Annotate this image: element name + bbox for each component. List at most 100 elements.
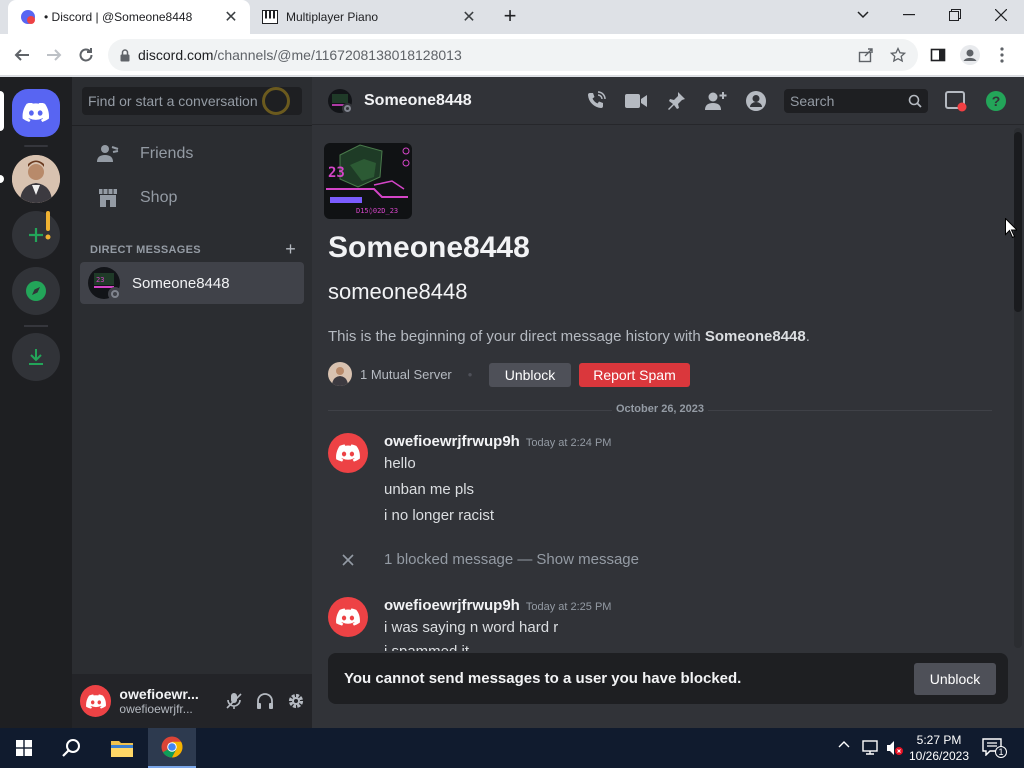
message-avatar[interactable] <box>328 433 368 473</box>
server-avatar-icon <box>12 155 60 203</box>
date-divider-label: October 26, 2023 <box>611 403 709 415</box>
video-call-button[interactable] <box>624 89 648 113</box>
tab-close-icon[interactable]: ✕ <box>460 8 478 26</box>
show-hidden-icons[interactable] <box>838 740 850 748</box>
taskbar-clock[interactable]: 5:27 PM 10/26/2023 <box>908 732 970 764</box>
lock-icon[interactable] <box>120 48 130 62</box>
svg-text:D15◊02D_23: D15◊02D_23 <box>356 207 398 215</box>
home-button[interactable] <box>12 89 60 137</box>
back-icon[interactable] <box>8 41 36 69</box>
message-author[interactable]: owefioewrjfrwup9h <box>384 433 520 450</box>
notification-center-button[interactable]: 1 <box>982 738 1007 758</box>
mutual-server-icon <box>328 362 352 386</box>
side-panel-icon[interactable] <box>924 41 952 69</box>
message-author-line: owefioewrjfrwup9h Today at 2:25 PM <box>384 597 611 614</box>
user-panel: owefioewr... owefioewrjfr... <box>72 674 312 728</box>
chrome-logo-icon <box>161 736 183 758</box>
svg-text:23: 23 <box>328 165 345 181</box>
nav-shop[interactable]: Shop <box>80 177 304 219</box>
share-icon[interactable] <box>852 41 880 69</box>
create-dm-plus-icon[interactable]: + <box>285 239 296 260</box>
pinned-messages-button[interactable] <box>664 89 688 113</box>
chat-search-input[interactable]: Search <box>784 89 928 113</box>
date-divider: October 26, 2023 <box>328 403 992 415</box>
tab-search-icon[interactable] <box>840 0 886 30</box>
help-question-icon: ? <box>986 91 1006 111</box>
video-camera-icon <box>625 94 647 108</box>
voice-call-button[interactable] <box>584 89 608 113</box>
inbox-button[interactable] <box>944 89 968 113</box>
discord-app: Find or start a conversation Friends Sho… <box>0 77 1024 728</box>
new-tab-button[interactable]: + <box>498 3 522 28</box>
file-explorer-button[interactable] <box>98 728 146 768</box>
phone-call-icon <box>588 91 606 108</box>
dm-avatar: 23 <box>88 267 122 301</box>
blocked-notice: You cannot send messages to a user you h… <box>328 653 1008 704</box>
show-message-link[interactable]: Show message <box>536 551 639 568</box>
mutual-servers[interactable]: 1 Mutual Server • <box>328 362 488 386</box>
tab-title: • Discord | @Someone8448 <box>44 10 193 24</box>
add-friends-to-dm-button[interactable] <box>704 89 728 113</box>
chrome-taskbar-button[interactable] <box>148 728 196 768</box>
message-author[interactable]: owefioewrjfrwup9h <box>384 597 520 614</box>
offline-status-icon <box>108 287 122 301</box>
blocked-notice-text: You cannot send messages to a user you h… <box>344 670 742 687</box>
friends-icon <box>92 143 124 165</box>
message-author-line: owefioewrjfrwup9h Today at 2:24 PM <box>384 433 611 450</box>
chrome-menu-icon[interactable] <box>988 41 1016 69</box>
message-avatar[interactable] <box>328 597 368 637</box>
direct-messages-title: DIRECT MESSAGES <box>90 243 201 256</box>
message-group[interactable]: owefioewrjfrwup9h Today at 2:24 PM hello … <box>328 433 988 527</box>
add-user-icon <box>705 92 727 110</box>
nav-friends[interactable]: Friends <box>80 133 304 175</box>
volume-muted-icon[interactable] <box>886 740 904 756</box>
blocked-notice-unblock-button[interactable]: Unblock <box>914 662 996 695</box>
profile-avatar-icon[interactable] <box>956 41 984 69</box>
user-avatar[interactable] <box>80 685 112 717</box>
chat-header-name[interactable]: Someone8448 <box>364 92 472 110</box>
start-button[interactable] <box>0 728 48 768</box>
message-timestamp: Today at 2:25 PM <box>525 601 612 613</box>
window-close-icon[interactable] <box>978 0 1024 30</box>
unblock-button[interactable]: Unblock <box>489 363 571 387</box>
user-settings-button[interactable] <box>281 685 312 717</box>
discord-favicon-icon <box>20 9 36 25</box>
message-group[interactable]: owefioewrjfrwup9h Today at 2:25 PM i was … <box>328 597 988 651</box>
tab-discord[interactable]: • Discord | @Someone8448 ✕ <box>8 0 250 34</box>
deafen-button[interactable] <box>249 685 280 717</box>
mute-mic-button[interactable] <box>218 685 249 717</box>
compass-icon <box>26 281 46 301</box>
message-text: i spammed it <box>384 643 469 651</box>
restore-icon[interactable] <box>932 0 978 30</box>
bookmark-star-icon[interactable] <box>884 41 912 69</box>
help-button[interactable]: ? <box>984 89 1008 113</box>
user-display-name: owefioewr... <box>119 686 199 702</box>
forward-icon[interactable] <box>40 41 68 69</box>
explore-servers-button[interactable] <box>12 267 60 315</box>
user-profile-button[interactable] <box>744 89 768 113</box>
nav-friends-label: Friends <box>140 145 194 162</box>
dm-item-someone8448[interactable]: 23 Someone8448 <box>80 262 304 304</box>
tab-close-icon[interactable]: ✕ <box>222 8 240 26</box>
headphones-icon <box>256 693 273 709</box>
intro-avatar[interactable]: 23 D15◊02D_23 <box>322 141 414 221</box>
network-icon[interactable] <box>862 740 880 756</box>
discord-logo-icon <box>22 103 50 123</box>
tab-multiplayer-piano[interactable]: Multiplayer Piano ✕ <box>250 0 488 34</box>
report-spam-button[interactable]: Report Spam <box>579 363 690 387</box>
minimize-icon[interactable] <box>886 0 932 30</box>
server-icon[interactable] <box>12 155 60 203</box>
inbox-icon <box>945 91 967 112</box>
search-button[interactable] <box>48 728 96 768</box>
alert-exclamation-icon <box>42 211 54 241</box>
chat-header-avatar[interactable] <box>328 88 353 114</box>
intro-display-name: Someone8448 <box>328 231 530 264</box>
intro-description: This is the beginning of your direct mes… <box>328 328 810 345</box>
user-names[interactable]: owefioewr... owefioewrjfr... <box>119 686 201 716</box>
url-bar[interactable]: discord.com/channels/@me/116720813801812… <box>108 39 918 71</box>
download-apps-button[interactable] <box>12 333 60 381</box>
reload-icon[interactable] <box>72 41 100 69</box>
browser-tab-strip: • Discord | @Someone8448 ✕ Multiplayer P… <box>0 0 1024 34</box>
message-text: i no longer racist <box>384 507 495 524</box>
blocked-message-text: 1 blocked message — <box>384 551 533 568</box>
